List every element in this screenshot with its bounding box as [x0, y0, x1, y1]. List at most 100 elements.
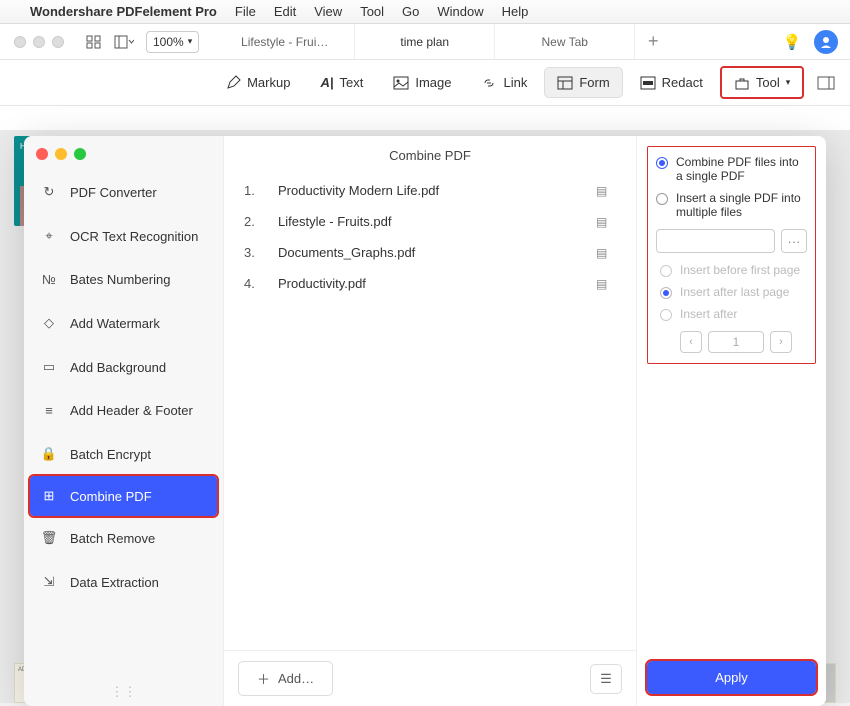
minimize-icon[interactable]	[55, 148, 67, 160]
tab-new[interactable]: New Tab	[495, 24, 635, 59]
tool-label: Tool	[756, 75, 780, 90]
sidebar-label: Bates Numbering	[70, 272, 170, 287]
sidebar-item-ocr[interactable]: ⌖ OCR Text Recognition	[24, 214, 223, 258]
markup-label: Markup	[247, 75, 290, 90]
file-row[interactable]: 3. Documents_Graphs.pdf ▤	[240, 237, 620, 268]
link-button[interactable]: Link	[468, 67, 540, 98]
text-button[interactable]: A| Text	[307, 67, 376, 98]
browse-button[interactable]: ···	[781, 229, 807, 253]
sidebar-item-bates[interactable]: № Bates Numbering	[24, 258, 223, 301]
menu-edit[interactable]: Edit	[274, 4, 296, 19]
apply-button[interactable]: Apply	[647, 661, 816, 694]
lock-icon: 🔒	[40, 446, 58, 462]
maximize-window-icon[interactable]	[52, 36, 64, 48]
markup-button[interactable]: Markup	[212, 67, 303, 99]
trash-icon: 🗑	[40, 530, 58, 546]
page-number-input[interactable]: 1	[708, 331, 764, 353]
minimize-window-icon[interactable]	[33, 36, 45, 48]
dialog-window-controls[interactable]	[24, 144, 223, 170]
combine-options-group: Combine PDF files into a single PDF Inse…	[647, 146, 816, 364]
radio-label: Insert after	[680, 307, 737, 321]
file-index: 4.	[244, 276, 278, 291]
sidebar-item-background[interactable]: ▭ Add Background	[24, 345, 223, 389]
add-tab-button[interactable]: +	[635, 24, 671, 59]
step-next-button[interactable]: ›	[770, 331, 792, 353]
file-row[interactable]: 2. Lifestyle - Fruits.pdf ▤	[240, 206, 620, 237]
more-options-button[interactable]: ☰	[590, 664, 622, 694]
sidebar-label: Data Extraction	[70, 575, 159, 590]
sidebar-label: Add Background	[70, 360, 166, 375]
user-avatar[interactable]	[814, 30, 838, 54]
dialog-options-pane: Combine PDF files into a single PDF Inse…	[636, 136, 826, 706]
sidebar-label: Add Watermark	[70, 316, 160, 331]
menu-view[interactable]: View	[314, 4, 342, 19]
text-label: Text	[339, 75, 363, 90]
zoom-icon[interactable]	[74, 148, 86, 160]
tips-icon[interactable]: 💡	[778, 33, 806, 51]
main-toolbar: Markup A| Text Image Link Form Redact To…	[0, 60, 850, 106]
thumbnails-icon[interactable]	[80, 29, 108, 55]
menu-tool[interactable]: Tool	[360, 4, 384, 19]
radio-label: Insert after last page	[680, 285, 789, 299]
redact-icon	[640, 76, 656, 90]
markup-icon	[225, 75, 241, 91]
zoom-select[interactable]: 100% ▾	[146, 31, 199, 53]
page-range-icon[interactable]: ▤	[596, 184, 616, 198]
tool-dropdown-button[interactable]: Tool ▾	[720, 66, 804, 99]
redact-button[interactable]: Redact	[627, 67, 716, 98]
hamburger-icon: ☰	[600, 671, 612, 687]
app-name[interactable]: Wondershare PDFelement Pro	[30, 4, 217, 19]
sidebar-label: Batch Remove	[70, 531, 155, 546]
redact-label: Redact	[662, 75, 703, 90]
tab-label: time plan	[400, 35, 449, 49]
tab-time-plan[interactable]: time plan	[355, 24, 495, 59]
menu-window[interactable]: Window	[437, 4, 483, 19]
close-window-icon[interactable]	[14, 36, 26, 48]
form-button[interactable]: Form	[544, 67, 622, 98]
sidebar-item-batch-remove[interactable]: 🗑 Batch Remove	[24, 516, 223, 560]
toolbox-icon	[734, 76, 750, 90]
sidebar-item-watermark[interactable]: ◇ Add Watermark	[24, 301, 223, 345]
file-path-input[interactable]	[656, 229, 775, 253]
sidebar-item-combine[interactable]: ⊞ Combine PDF	[30, 476, 217, 516]
sidebar-item-header-footer[interactable]: ≡ Add Header & Footer	[24, 389, 223, 432]
watermark-icon: ◇	[40, 315, 58, 331]
tab-label: New Tab	[541, 35, 587, 49]
file-name: Lifestyle - Fruits.pdf	[278, 214, 596, 229]
dialog-footer: ＋ Add… ☰	[224, 650, 636, 706]
layout-dropdown-icon[interactable]	[110, 29, 138, 55]
resize-handle-icon[interactable]: ⋮⋮	[24, 678, 223, 706]
image-label: Image	[415, 75, 451, 90]
radio-insert-multiple[interactable]: Insert a single PDF into multiple files	[656, 191, 807, 219]
menu-file[interactable]: File	[235, 4, 256, 19]
step-prev-button[interactable]: ‹	[680, 331, 702, 353]
bates-icon: №	[40, 272, 58, 287]
add-file-button[interactable]: ＋ Add…	[238, 661, 333, 696]
menu-go[interactable]: Go	[402, 4, 419, 19]
radio-combine-single[interactable]: Combine PDF files into a single PDF	[656, 155, 807, 183]
page-range-icon[interactable]: ▤	[596, 277, 616, 291]
sidebar-item-data-extraction[interactable]: ⇲ Data Extraction	[24, 560, 223, 604]
link-label: Link	[503, 75, 527, 90]
close-icon[interactable]	[36, 148, 48, 160]
panel-toggle-icon[interactable]	[812, 76, 840, 90]
sidebar-item-pdf-converter[interactable]: ↻ PDF Converter	[24, 170, 223, 214]
menu-help[interactable]: Help	[502, 4, 529, 19]
file-row[interactable]: 1. Productivity Modern Life.pdf ▤	[240, 175, 620, 206]
tab-lifestyle[interactable]: Lifestyle - Frui…	[215, 24, 355, 59]
page-range-icon[interactable]: ▤	[596, 215, 616, 229]
window-controls[interactable]	[6, 36, 72, 48]
form-label: Form	[579, 75, 609, 90]
image-button[interactable]: Image	[380, 67, 464, 98]
sidebar-item-encrypt[interactable]: 🔒 Batch Encrypt	[24, 432, 223, 476]
page-range-icon[interactable]: ▤	[596, 246, 616, 260]
radio-insert-before: Insert before first page	[660, 263, 807, 277]
file-row[interactable]: 4. Productivity.pdf ▤	[240, 268, 620, 299]
extract-icon: ⇲	[40, 574, 58, 590]
file-name: Documents_Graphs.pdf	[278, 245, 596, 260]
background-icon: ▭	[40, 359, 58, 375]
radio-on-icon	[656, 157, 668, 169]
dialog-title: Combine PDF	[224, 136, 636, 171]
chevron-down-icon: ▾	[188, 36, 193, 47]
sidebar-label: Batch Encrypt	[70, 447, 151, 462]
